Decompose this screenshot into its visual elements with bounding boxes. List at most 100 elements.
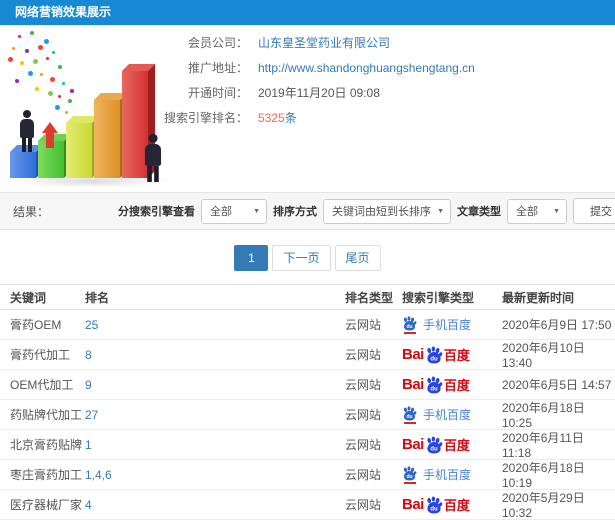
rank-link[interactable]: 25 xyxy=(85,318,98,332)
rank-cell: 4 xyxy=(85,498,345,512)
time-cell: 2020年6月5日 14:57 xyxy=(502,378,612,392)
result-count-unit: 条 xyxy=(284,111,297,125)
page-title: 网络营销效果展示 xyxy=(15,5,112,19)
chevron-down-icon: ▼ xyxy=(437,207,444,215)
svg-text:du: du xyxy=(430,446,438,452)
svg-text:du: du xyxy=(430,506,438,512)
confetti-dot xyxy=(18,35,21,38)
confetti-dot xyxy=(25,49,29,53)
confetti-dot xyxy=(65,111,68,114)
confetti-dot xyxy=(28,71,33,76)
confetti-dot xyxy=(38,45,43,50)
info-row: 会员公司： 山东皇圣堂药业有限公司 xyxy=(133,31,475,56)
rank-link[interactable]: 8 xyxy=(85,348,92,362)
chart-bar xyxy=(94,93,127,178)
keyword-cell: OEM代加工 xyxy=(10,378,74,392)
rank-link[interactable]: 9 xyxy=(85,378,92,392)
engine-cell: du 手机百度 xyxy=(402,405,502,424)
page-1-button[interactable]: 1 xyxy=(234,245,269,271)
rank-link[interactable]: 27 xyxy=(85,408,98,422)
last-page-button[interactable]: 尾页 xyxy=(334,245,381,271)
engine-label: 手机百度 xyxy=(423,408,472,422)
time-cell: 2020年6月11日 11:18 xyxy=(502,431,584,460)
next-page-button[interactable]: 下一页 xyxy=(272,245,331,271)
info-row: 推广地址： http://www.shandonghuangshengtang.c… xyxy=(133,56,475,81)
baidu-paw-icon: du xyxy=(427,435,443,453)
info-label: 搜索引擎排名： xyxy=(163,111,248,125)
chart-bar xyxy=(66,116,99,178)
confetti-dot xyxy=(44,39,49,44)
chevron-down-icon: ▼ xyxy=(553,207,560,215)
baidu-paw-icon: du xyxy=(403,465,417,480)
keyword-cell: 医疗器械厂家 xyxy=(10,498,83,512)
engine-cell: Bai du 百度 xyxy=(402,495,502,514)
rank-link[interactable]: 4 xyxy=(85,498,92,512)
time-cell: 2020年5月29日 10:32 xyxy=(502,491,585,520)
engine-label: 手机百度 xyxy=(423,318,472,332)
businessman-figure xyxy=(20,110,34,152)
rank-type-cell: 云网站 xyxy=(345,348,382,362)
confetti-dot xyxy=(48,91,53,96)
info-value[interactable]: 山东皇圣堂药业有限公司 xyxy=(258,31,390,56)
confetti-dot xyxy=(58,65,62,69)
time-cell: 2020年6月9日 17:50 xyxy=(502,318,612,332)
rank-type-cell: 云网站 xyxy=(345,438,382,452)
article-type-select[interactable]: 全部 ▼ xyxy=(507,198,567,224)
mobile-baidu-icon: du xyxy=(402,465,417,484)
keyword-cell: 膏药代加工 xyxy=(10,348,71,362)
sort-label: 排序方式 xyxy=(273,206,317,218)
rank-cell: 9 xyxy=(85,378,345,392)
rank-cell: 25 xyxy=(85,318,345,332)
baidu-paw-icon: du xyxy=(427,375,443,393)
sort-value: 关键词由短到长排序 xyxy=(332,206,431,218)
sort-select[interactable]: 关键词由短到长排序 ▼ xyxy=(323,198,451,224)
time-cell: 2020年6月18日 10:25 xyxy=(502,401,585,430)
submit-button[interactable]: 提交 xyxy=(573,198,615,224)
rank-cell: 27 xyxy=(85,408,345,422)
confetti-dot xyxy=(68,99,72,103)
confetti-dot xyxy=(52,51,55,54)
chart-bar xyxy=(10,145,43,178)
filter-controls: 分搜索引擎查看 全部 ▼ 排序方式 关键词由短到长排序 ▼ 文章类型 全部 ▼ … xyxy=(118,198,615,224)
table-row: 医疗器械厂家 4 云网站 Bai du 百度 2020年5月29日 10:32 xyxy=(0,490,615,520)
engine-filter-value: 全部 xyxy=(210,206,232,218)
column-header: 排名类型 xyxy=(345,290,394,305)
keyword-cell: 膏药OEM xyxy=(10,318,62,332)
svg-text:du: du xyxy=(430,386,438,392)
pagination: 1 下一页 尾页 xyxy=(0,245,615,271)
rank-link[interactable]: 1,4,6 xyxy=(85,468,112,482)
baidu-logo-bai: Bai xyxy=(402,436,424,453)
rank-cell: 1,4,6 xyxy=(85,468,345,482)
engine-filter-select[interactable]: 全部 ▼ xyxy=(201,198,267,224)
engine-cell: Bai du 百度 xyxy=(402,375,502,394)
info-value[interactable]: http://www.shandonghuangshengtang.cn xyxy=(258,56,475,81)
result-label: 结果： xyxy=(13,204,50,219)
table-row: 膏药OEM 25 云网站 du 手机百度 2020年6月9日 17:50 xyxy=(0,310,615,340)
baidu-paw-icon: du xyxy=(427,495,443,513)
rank-type-cell: 云网站 xyxy=(345,408,382,422)
info-label: 推广地址： xyxy=(187,61,248,75)
engine-filter-label: 分搜索引擎查看 xyxy=(118,206,195,218)
baidu-logo-icon: du xyxy=(425,435,443,454)
column-header: 关键词 xyxy=(10,290,47,305)
confetti-dot xyxy=(35,87,39,91)
engine-label: 手机百度 xyxy=(423,468,472,482)
article-type-value: 全部 xyxy=(516,206,538,218)
rank-type-cell: 云网站 xyxy=(345,498,382,512)
baidu-logo-icon: du xyxy=(425,375,443,394)
engine-cell: du 手机百度 xyxy=(402,465,502,484)
time-cell: 2020年6月10日 13:40 xyxy=(502,341,585,370)
rank-link[interactable]: 1 xyxy=(85,438,92,452)
baidu-paw-icon: du xyxy=(427,345,443,363)
mobile-baidu-icon: du xyxy=(402,405,417,424)
confetti-dot xyxy=(30,31,34,35)
table-row: 膏药代加工 8 云网站 Bai du 百度 2020年6月10日 13:40 xyxy=(0,340,615,370)
keyword-cell: 枣庄膏药加工 xyxy=(10,468,83,482)
engine-cell: du 手机百度 xyxy=(402,315,502,334)
confetti-dot xyxy=(50,77,55,82)
titlebar: 网络营销效果展示 xyxy=(0,0,615,25)
column-header: 搜索引擎类型 xyxy=(402,290,475,305)
svg-text:du: du xyxy=(406,474,412,480)
info-label: 会员公司： xyxy=(187,36,248,50)
confetti-dot xyxy=(8,57,13,62)
